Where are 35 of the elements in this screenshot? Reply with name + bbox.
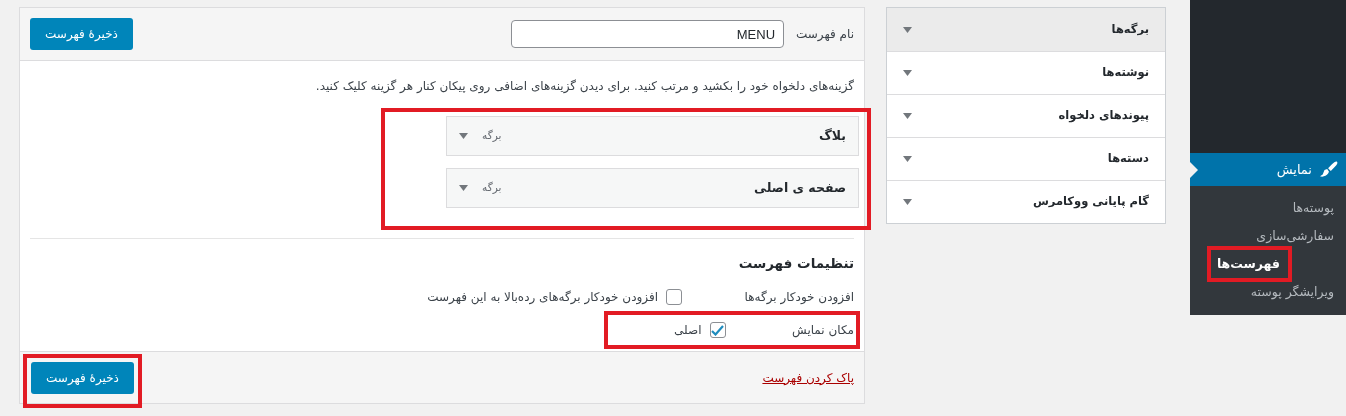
caret-icon	[459, 185, 468, 191]
accordion-section[interactable]: برگه‌ها	[887, 8, 1165, 51]
menu-item[interactable]: بلاگ برگه	[446, 116, 859, 156]
menu-name-field[interactable]: MENU	[511, 20, 785, 48]
field-label: نام فهرست	[796, 26, 854, 43]
save-button[interactable]: ذخیرهٔ فهرست	[31, 361, 134, 394]
item-type-label: برگه	[482, 128, 502, 144]
checkbox-option[interactable]: افزودن خودکار برگه‌های رده‌بالا به این فهرست	[427, 288, 682, 307]
checkmark-icon	[711, 324, 724, 336]
submenu-item[interactable]: سفارشی‌سازی	[1250, 222, 1346, 250]
field-label: مکان نمایش	[791, 322, 854, 340]
caret-icon	[903, 26, 912, 33]
caret-icon	[903, 156, 912, 162]
submenu-item[interactable]: پوسته‌ها	[1286, 194, 1346, 222]
pointer-icon	[1190, 162, 1198, 178]
checkbox[interactable]	[709, 322, 726, 339]
item-type-label: برگه	[482, 180, 502, 196]
caret-icon	[903, 199, 912, 205]
caret-icon	[459, 133, 468, 139]
paintbrush-icon	[1320, 160, 1338, 179]
checkbox-option[interactable]: اصلی	[674, 321, 726, 340]
instructions-text: گزینه‌های دلخواه خود را بکشید و مرتب کنید. برای دیدن گزینه‌های اضافی روی پیکان کنار هر گزینه کلیک کنید.	[314, 78, 854, 95]
delete-menu-link[interactable]: پاک کردن فهرست	[762, 368, 854, 387]
caret-icon	[903, 113, 912, 119]
menu-item-title: بلاگ	[819, 126, 846, 145]
caret-icon	[903, 70, 912, 76]
menu-item[interactable]: صفحه ی اصلی برگه	[446, 168, 859, 208]
submenu-item[interactable]: فهرست‌ها	[1210, 250, 1288, 278]
section-heading: تنظیمات فهرست	[737, 254, 854, 273]
sidebar-item[interactable]: نمایش	[1190, 153, 1346, 186]
submenu-item[interactable]: ویرایشگر پوسته	[1244, 278, 1346, 306]
field-label: افزودن خودکار برگه‌ها	[743, 289, 854, 307]
menu-item-title: صفحه ی اصلی	[754, 178, 846, 197]
checkbox[interactable]	[666, 289, 682, 306]
save-button[interactable]: ذخیرهٔ فهرست	[30, 18, 133, 50]
